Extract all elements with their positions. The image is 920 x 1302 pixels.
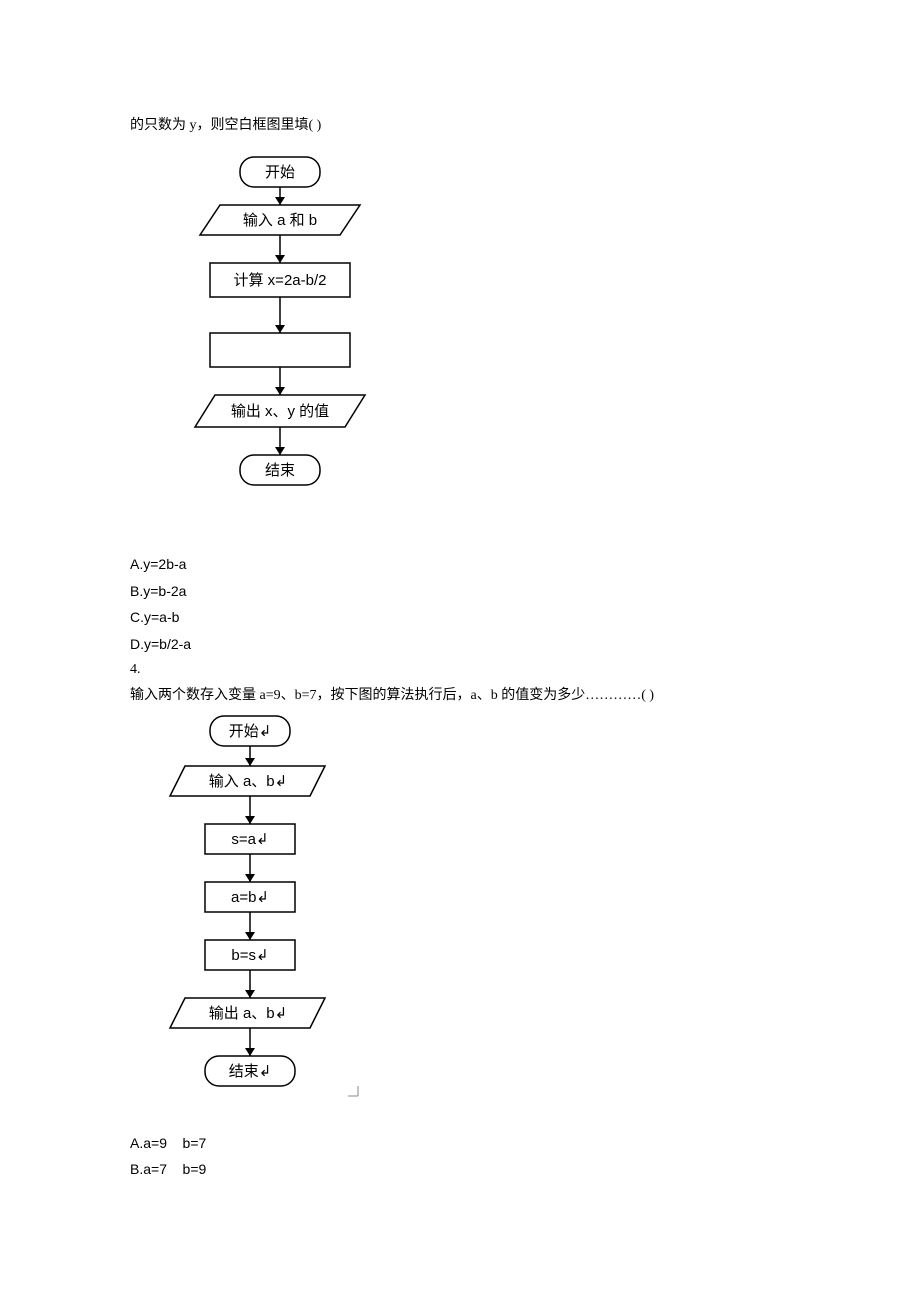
q3-prompt-tail: 的只数为 y，则空白框图里填( ) bbox=[130, 115, 800, 137]
q3-flow-input: 输入 a 和 b bbox=[243, 212, 317, 229]
q4-flowchart: 开始↲ 输入 a、b↲ s=a↲ a=b↲ b=s↲ 输出 a、b↲ 结束↲ bbox=[150, 714, 800, 1114]
q3-option-a: A.y=2b-a bbox=[130, 553, 800, 575]
document-page: 的只数为 y，则空白框图里填( ) bbox=[0, 0, 920, 1245]
q3-flow-end: 结束 bbox=[265, 462, 295, 479]
q3-flow-start: 开始 bbox=[265, 164, 295, 181]
q3-option-c: C.y=a-b bbox=[130, 606, 800, 628]
q3-flow-calc: 计算 x=2a-b/2 bbox=[234, 271, 327, 289]
q3-flowchart: 开始 输入 a 和 b 计算 x=2a-b/2 输出 x、y 的值 结束 bbox=[180, 155, 800, 535]
q3-flow-output: 输出 x、y 的值 bbox=[231, 403, 329, 420]
q4-flow-end: 结束↲ bbox=[229, 1063, 272, 1080]
q4-option-b: B.a=7 b=9 bbox=[130, 1158, 800, 1180]
q4-number: 4. bbox=[130, 659, 800, 681]
q3-option-d: D.y=b/2-a bbox=[130, 633, 800, 655]
q4-flow-bs: b=s↲ bbox=[231, 947, 268, 964]
q4-flow-output: 输出 a、b↲ bbox=[209, 1005, 287, 1022]
q4-option-a: A.a=9 b=7 bbox=[130, 1132, 800, 1154]
q4-flow-input: 输入 a、b↲ bbox=[209, 773, 287, 790]
q4-flow-sa: s=a↲ bbox=[231, 831, 268, 848]
q4-flow-start: 开始↲ bbox=[229, 723, 272, 740]
q4-flow-ab: a=b↲ bbox=[231, 889, 269, 906]
q4-prompt: 输入两个数存入变量 a=9、b=7，按下图的算法执行后，a、b 的值变为多少……… bbox=[130, 685, 800, 707]
q3-options: A.y=2b-a B.y=b-2a C.y=a-b D.y=b/2-a bbox=[130, 553, 800, 655]
q4-options: A.a=9 b=7 B.a=7 b=9 bbox=[130, 1132, 800, 1181]
q3-option-b: B.y=b-2a bbox=[130, 580, 800, 602]
